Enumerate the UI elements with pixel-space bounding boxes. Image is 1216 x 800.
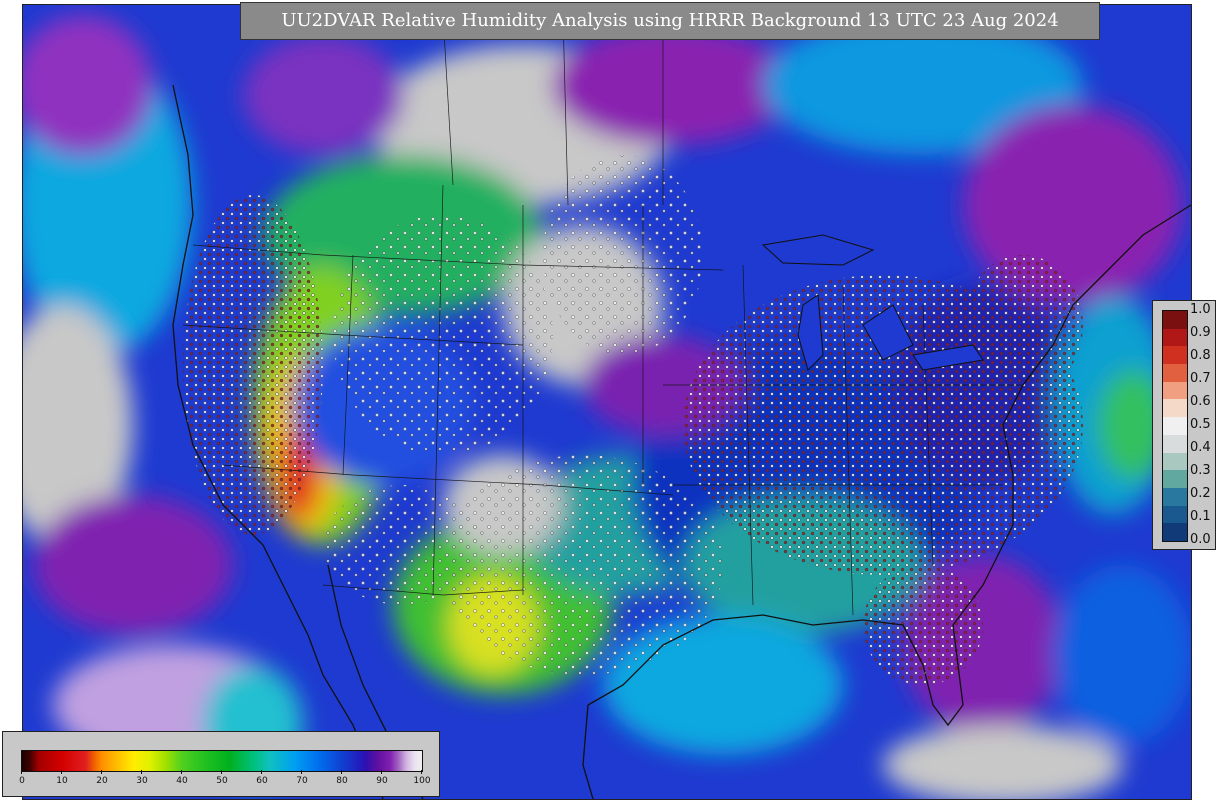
obs-colorbar-segment (1163, 417, 1187, 436)
rh-colorbar-tick (141, 770, 142, 774)
map-title: UU2DVAR Relative Humidity Analysis using… (240, 2, 1100, 40)
obs-colorbar-label: 0.1 (1190, 509, 1211, 524)
obs-colorbar-strip (1162, 310, 1188, 542)
rh-colorbar-label: 40 (176, 776, 188, 786)
obs-colorbar-label: 0.9 (1190, 325, 1211, 340)
obs-colorbar-label: 0.7 (1190, 371, 1211, 386)
rh-colorbar-tick (181, 770, 182, 774)
rh-colorbar-tick (261, 770, 262, 774)
obs-colorbar-segment (1163, 399, 1187, 418)
rh-colorbar-label: 100 (413, 776, 431, 786)
obs-colorbar-label: 0.5 (1190, 417, 1211, 432)
obs-colorbar-segment (1163, 470, 1187, 489)
rh-map-svg (23, 5, 1191, 799)
obs-colorbar-segment (1163, 381, 1187, 400)
obs-colorbar-segment (1163, 452, 1187, 471)
rh-colorbar-label: 90 (376, 776, 388, 786)
rh-colorbar-label: 50 (216, 776, 228, 786)
obs-colorbar-segment (1163, 328, 1187, 347)
obs-colorbar-segment (1163, 523, 1187, 542)
obs-colorbar-segment (1163, 505, 1187, 524)
obs-colorbar-label: 1.0 (1190, 302, 1211, 317)
obs-colorbar-label: 0.4 (1190, 440, 1211, 455)
obs-colorbar-segment (1163, 346, 1187, 365)
rh-colorbar-tick (421, 770, 422, 774)
obs-colorbar-right: 1.0 0.9 0.8 0.7 0.6 0.5 0.4 0.3 0.2 0.1 0.0 (1152, 300, 1216, 550)
rh-colorbar-tick (341, 770, 342, 774)
obs-colorbar-segment (1163, 487, 1187, 507)
rh-colorbar-gradient (21, 750, 423, 772)
rh-colorbar-tick (381, 770, 382, 774)
rh-colorbar-bottom: 0 10 20 30 40 50 60 70 80 90 100 (2, 731, 440, 797)
obs-colorbar-segment (1163, 311, 1187, 330)
rh-colorbar-label: 30 (136, 776, 148, 786)
obs-colorbar-label: 0.0 (1190, 532, 1211, 547)
rh-colorbar-label: 70 (296, 776, 308, 786)
rh-analysis-figure: UU2DVAR Relative Humidity Analysis using… (0, 0, 1216, 800)
rh-colorbar-label: 80 (336, 776, 348, 786)
rh-colorbar-tick (301, 770, 302, 774)
rh-map (22, 4, 1192, 800)
rh-colorbar-tick (221, 770, 222, 774)
rh-colorbar-tick (101, 770, 102, 774)
obs-colorbar-segment (1163, 364, 1187, 383)
rh-colorbar-tick (61, 770, 62, 774)
rh-colorbar-label: 20 (96, 776, 108, 786)
obs-colorbar-label: 0.8 (1190, 348, 1211, 363)
obs-colorbar-label: 0.2 (1190, 486, 1211, 501)
rh-colorbar-tick (21, 770, 22, 774)
rh-colorbar-label: 60 (256, 776, 268, 786)
rh-colorbar-label: 0 (19, 776, 25, 786)
obs-colorbar-label: 0.3 (1190, 463, 1211, 478)
obs-colorbar-label: 0.6 (1190, 394, 1211, 409)
rh-colorbar-label: 10 (56, 776, 68, 786)
obs-colorbar-segment (1163, 434, 1187, 454)
